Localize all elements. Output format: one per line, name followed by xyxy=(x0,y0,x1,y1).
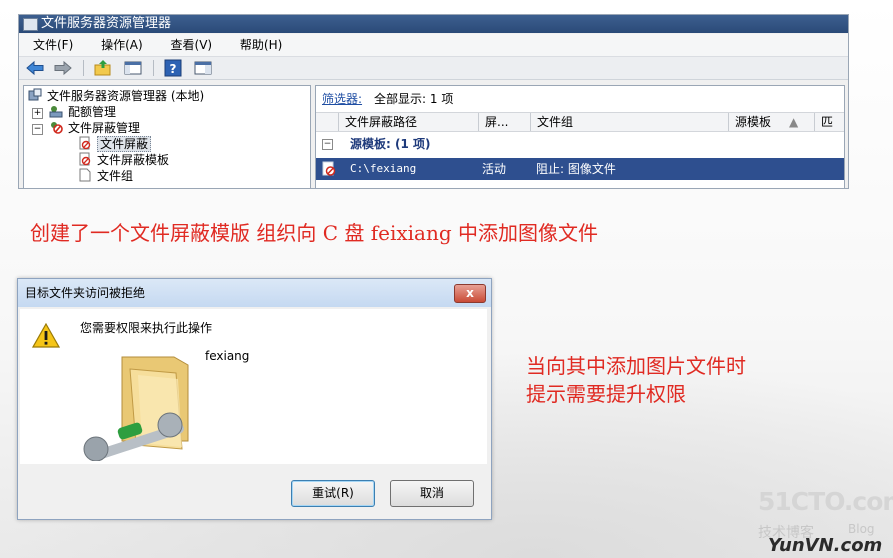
back-arrow-icon[interactable] xyxy=(25,59,45,77)
column-match[interactable]: 匹 xyxy=(814,113,848,131)
file-screen-icon xyxy=(321,161,337,177)
retry-button[interactable]: 重试(R) xyxy=(291,480,375,507)
group-label: 源模板: (1 项) xyxy=(350,137,431,151)
help-icon[interactable]: ? xyxy=(163,59,183,77)
console-tree: 文件服务器资源管理器 (本地) + 配额管理 − 文件屏蔽管理 文件屏蔽 文件屏… xyxy=(23,85,311,188)
app-icon xyxy=(23,18,38,31)
group-header[interactable]: − 源模板: (1 项) xyxy=(316,134,844,154)
note-line-1: 当向其中添加图片文件时 xyxy=(526,354,746,378)
slide-note: 当向其中添加图片文件时 提示需要提升权限 xyxy=(526,352,746,408)
column-file-group[interactable]: 文件组 xyxy=(530,113,733,131)
dialog-title: 目标文件夹访问被拒绝 xyxy=(25,286,146,300)
file-screen-icon xyxy=(78,136,92,150)
action-pane-icon[interactable] xyxy=(193,59,213,77)
collapse-icon[interactable]: − xyxy=(32,124,43,135)
cancel-button[interactable]: 取消 xyxy=(390,480,474,507)
cell-path: C:\fexiang xyxy=(350,162,417,175)
up-folder-icon[interactable] xyxy=(93,59,113,77)
slide-caption: 创建了一个文件屏蔽模版 组织向 C 盘 feixiang 中添加图像文件 xyxy=(30,221,599,245)
watermark-site: YunVN.com xyxy=(768,535,883,556)
shared-folder-icon xyxy=(83,356,189,461)
sort-arrow-icon: ▲ xyxy=(789,115,799,129)
watermark-blog: Blog xyxy=(848,522,875,536)
menu-view[interactable]: 查看(V) xyxy=(157,34,223,56)
tree-item-file-screens[interactable]: 文件屏蔽 xyxy=(78,136,152,152)
quota-icon xyxy=(49,104,63,118)
access-denied-dialog: 目标文件夹访问被拒绝 x 您需要权限来执行此操作 fexiang 重试(R) 取… xyxy=(17,278,492,520)
forward-arrow-icon[interactable] xyxy=(53,59,73,77)
window-title: 文件服务器资源管理器 xyxy=(41,16,172,31)
fsrm-window: 文件服务器资源管理器 文件(F) 操作(A) 查看(V) 帮助(H) ? 文件服… xyxy=(18,14,849,189)
window-titlebar: 文件服务器资源管理器 xyxy=(19,15,848,33)
results-pane: 筛选器: 全部显示: 1 项 文件屏蔽路径 屏... 文件组 源模板 ▲ 匹 − 源… xyxy=(315,85,845,188)
collapse-icon[interactable]: − xyxy=(322,139,333,150)
dialog-body: 您需要权限来执行此操作 fexiang xyxy=(20,309,487,464)
column-status[interactable]: 屏... xyxy=(478,113,533,131)
file-screen-mgmt-icon xyxy=(49,120,63,134)
tree-item-fsrm-root[interactable]: 文件服务器资源管理器 (本地) xyxy=(28,88,204,104)
menu-action[interactable]: 操作(A) xyxy=(87,34,153,56)
file-group-icon xyxy=(78,168,92,182)
svg-text:?: ? xyxy=(170,62,177,76)
menu-file[interactable]: 文件(F) xyxy=(19,34,83,56)
warning-icon xyxy=(32,323,60,348)
tree-item-file-screen-management[interactable]: − 文件屏蔽管理 xyxy=(32,120,140,136)
toolbar: ? xyxy=(19,57,848,80)
expand-icon[interactable]: + xyxy=(32,108,43,119)
menu-help[interactable]: 帮助(H) xyxy=(226,34,292,56)
close-icon: x xyxy=(466,286,474,300)
menu-bar: 文件(F) 操作(A) 查看(V) 帮助(H) xyxy=(19,34,848,57)
fsrm-icon xyxy=(28,88,42,102)
tree-item-file-screen-templates[interactable]: 文件屏蔽模板 xyxy=(78,152,169,168)
tree-item-file-groups[interactable]: 文件组 xyxy=(78,168,133,184)
close-button[interactable]: x xyxy=(454,284,486,303)
filter-bar: 筛选器: 全部显示: 1 项 xyxy=(322,90,453,108)
note-line-2: 提示需要提升权限 xyxy=(526,382,686,406)
show-hide-console-tree-icon[interactable] xyxy=(123,59,143,77)
filter-value: 全部显示: 1 项 xyxy=(374,92,454,106)
filter-link[interactable]: 筛选器: xyxy=(322,92,362,106)
table-row[interactable]: C:\fexiang 活动 阻止: 图像文件 xyxy=(316,158,844,180)
watermark-brand: 51CTO.com xyxy=(758,487,893,516)
cell-status: 活动 xyxy=(482,162,507,176)
column-source-template[interactable]: 源模板 ▲ xyxy=(728,113,817,131)
column-headers: 文件屏蔽路径 屏... 文件组 源模板 ▲ 匹 xyxy=(316,112,844,132)
dialog-message: 您需要权限来执行此操作 xyxy=(80,321,213,335)
cell-file-group: 阻止: 图像文件 xyxy=(536,162,616,176)
file-screen-template-icon xyxy=(78,152,92,166)
tree-item-quota-management[interactable]: + 配额管理 xyxy=(32,104,116,120)
dialog-titlebar: 目标文件夹访问被拒绝 xyxy=(18,279,491,307)
folder-name: fexiang xyxy=(205,349,250,363)
column-file-screen-path[interactable]: 文件屏蔽路径 xyxy=(338,113,485,131)
